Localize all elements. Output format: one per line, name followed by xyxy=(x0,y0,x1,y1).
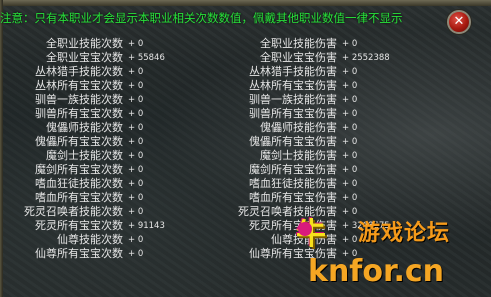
stat-right-label: 魔剑所有宝宝伤害 xyxy=(249,163,337,176)
watermark-site: knfor.cn xyxy=(308,254,445,289)
stat-left-value: + 0 xyxy=(128,81,144,91)
stat-row: 丛林猎手技能次数 + 0 丛林猎手技能伤害 + 0 xyxy=(0,65,491,79)
stat-left-value: + 0 xyxy=(128,179,144,189)
stat-left-value: + 0 xyxy=(128,123,144,133)
stat-row: 全职业技能次数 + 0 全职业技能伤害 + 0 xyxy=(0,37,491,51)
stat-right-label: 傀儡所有宝宝伤害 xyxy=(249,135,337,148)
stat-right-label: 嗜血所有宝宝伤害 xyxy=(249,191,337,204)
stat-right-value: + 0 xyxy=(342,137,358,147)
stat-left-label: 驯兽一族技能次数 xyxy=(35,93,123,106)
stat-right-value: + 0 xyxy=(342,67,358,77)
stat-left-value: + 0 xyxy=(128,39,144,49)
stat-left-value: + 0 xyxy=(128,235,144,245)
stat-row: 魔剑所有宝宝次数 + 0 魔剑所有宝宝伤害 + 0 xyxy=(0,163,491,177)
panel-top-border xyxy=(0,0,491,6)
stats-panel: 注意：只有本职业才会显示本职业相关次数数值，佩戴其他职业数值一律不显示 ✕ 全职… xyxy=(0,0,491,297)
stat-right-value: + 0 xyxy=(342,165,358,175)
stat-right-label: 嗜血狂徒技能伤害 xyxy=(249,177,337,190)
stat-right-label: 丛林猎手技能伤害 xyxy=(249,65,337,78)
close-button[interactable]: ✕ xyxy=(447,10,471,34)
stat-right-value: + 0 xyxy=(342,81,358,91)
stat-right-label: 魔剑士技能伤害 xyxy=(260,149,337,162)
stat-right-value: + 0 xyxy=(342,193,358,203)
stat-left-value: + 0 xyxy=(128,165,144,175)
stat-left-label: 魔剑士技能次数 xyxy=(46,149,123,162)
stat-left-value: + 0 xyxy=(128,109,144,119)
stat-right-value: + 0 xyxy=(342,39,358,49)
stat-right-value: + 0 xyxy=(342,123,358,133)
stat-left-label: 嗜血狂徒技能次数 xyxy=(35,177,123,190)
stat-left-label: 全职业宝宝次数 xyxy=(46,51,123,64)
stat-left-label: 死灵所有宝宝次数 xyxy=(35,219,123,232)
stat-left-label: 嗜血所有宝宝次数 xyxy=(35,191,123,204)
stat-row: 驯兽所有宝宝次数 + 0 驯兽所有宝宝伤害 + 0 xyxy=(0,107,491,121)
stat-left-value: + 0 xyxy=(128,151,144,161)
stat-left-value: + 0 xyxy=(128,95,144,105)
stat-right-value: + 2552388 xyxy=(342,53,390,63)
stat-row: 嗜血狂徒技能次数 + 0 嗜血狂徒技能伤害 + 0 xyxy=(0,177,491,191)
stat-row: 傀儡师技能次数 + 0 傀儡师技能伤害 + 0 xyxy=(0,121,491,135)
stat-left-label: 仙尊技能次数 xyxy=(57,233,123,246)
close-icon: ✕ xyxy=(453,14,465,29)
stat-right-label: 驯兽所有宝宝伤害 xyxy=(249,107,337,120)
stat-left-label: 死灵召唤者技能次数 xyxy=(24,205,123,218)
stat-right-value: + 0 xyxy=(342,95,358,105)
stat-left-label: 傀儡所有宝宝次数 xyxy=(35,135,123,148)
stat-left-value: + 0 xyxy=(128,207,144,217)
stat-left-label: 丛林所有宝宝次数 xyxy=(35,79,123,92)
stat-right-value: + 0 xyxy=(342,151,358,161)
stat-right-label: 全职业技能伤害 xyxy=(260,37,337,50)
stat-left-label: 傀儡师技能次数 xyxy=(46,121,123,134)
stat-left-value: + 0 xyxy=(128,67,144,77)
stat-left-label: 全职业技能次数 xyxy=(46,37,123,50)
stat-left-value: + 0 xyxy=(128,249,144,259)
notice-text: 注意：只有本职业才会显示本职业相关次数数值，佩戴其他职业数值一律不显示 xyxy=(0,11,403,25)
stat-row: 嗜血所有宝宝次数 + 0 嗜血所有宝宝伤害 + 0 xyxy=(0,191,491,205)
stat-row: 驯兽一族技能次数 + 0 驯兽一族技能伤害 + 0 xyxy=(0,93,491,107)
stat-left-label: 仙尊所有宝宝次数 xyxy=(35,247,123,260)
stat-left-label: 驯兽所有宝宝次数 xyxy=(35,107,123,120)
stat-right-label: 驯兽一族技能伤害 xyxy=(249,93,337,106)
stat-right-value: + 0 xyxy=(342,179,358,189)
stat-left-label: 魔剑所有宝宝次数 xyxy=(35,163,123,176)
stat-right-value: + 0 xyxy=(342,109,358,119)
watermark-logo: 牛 游戏论坛 knfor.cn xyxy=(296,212,486,297)
stat-right-label: 傀儡师技能伤害 xyxy=(260,121,337,134)
stat-left-value: + 0 xyxy=(128,193,144,203)
stat-row: 魔剑士技能次数 + 0 魔剑士技能伤害 + 0 xyxy=(0,149,491,163)
stat-right-label: 丛林所有宝宝伤害 xyxy=(249,79,337,92)
stat-left-value: + 91143 xyxy=(128,221,165,231)
stat-row: 傀儡所有宝宝次数 + 0 傀儡所有宝宝伤害 + 0 xyxy=(0,135,491,149)
stat-left-value: + 0 xyxy=(128,137,144,147)
stat-right-label: 全职业宝宝伤害 xyxy=(260,51,337,64)
watermark-title: 游戏论坛 xyxy=(358,221,451,246)
stat-left-label: 丛林猎手技能次数 xyxy=(35,65,123,78)
stat-row: 丛林所有宝宝次数 + 0 丛林所有宝宝伤害 + 0 xyxy=(0,79,491,93)
watermark-cow-icon: 牛 xyxy=(296,217,326,252)
stat-row: 全职业宝宝次数 + 55846 全职业宝宝伤害 + 2552388 xyxy=(0,51,491,65)
stat-left-value: + 55846 xyxy=(128,53,165,63)
